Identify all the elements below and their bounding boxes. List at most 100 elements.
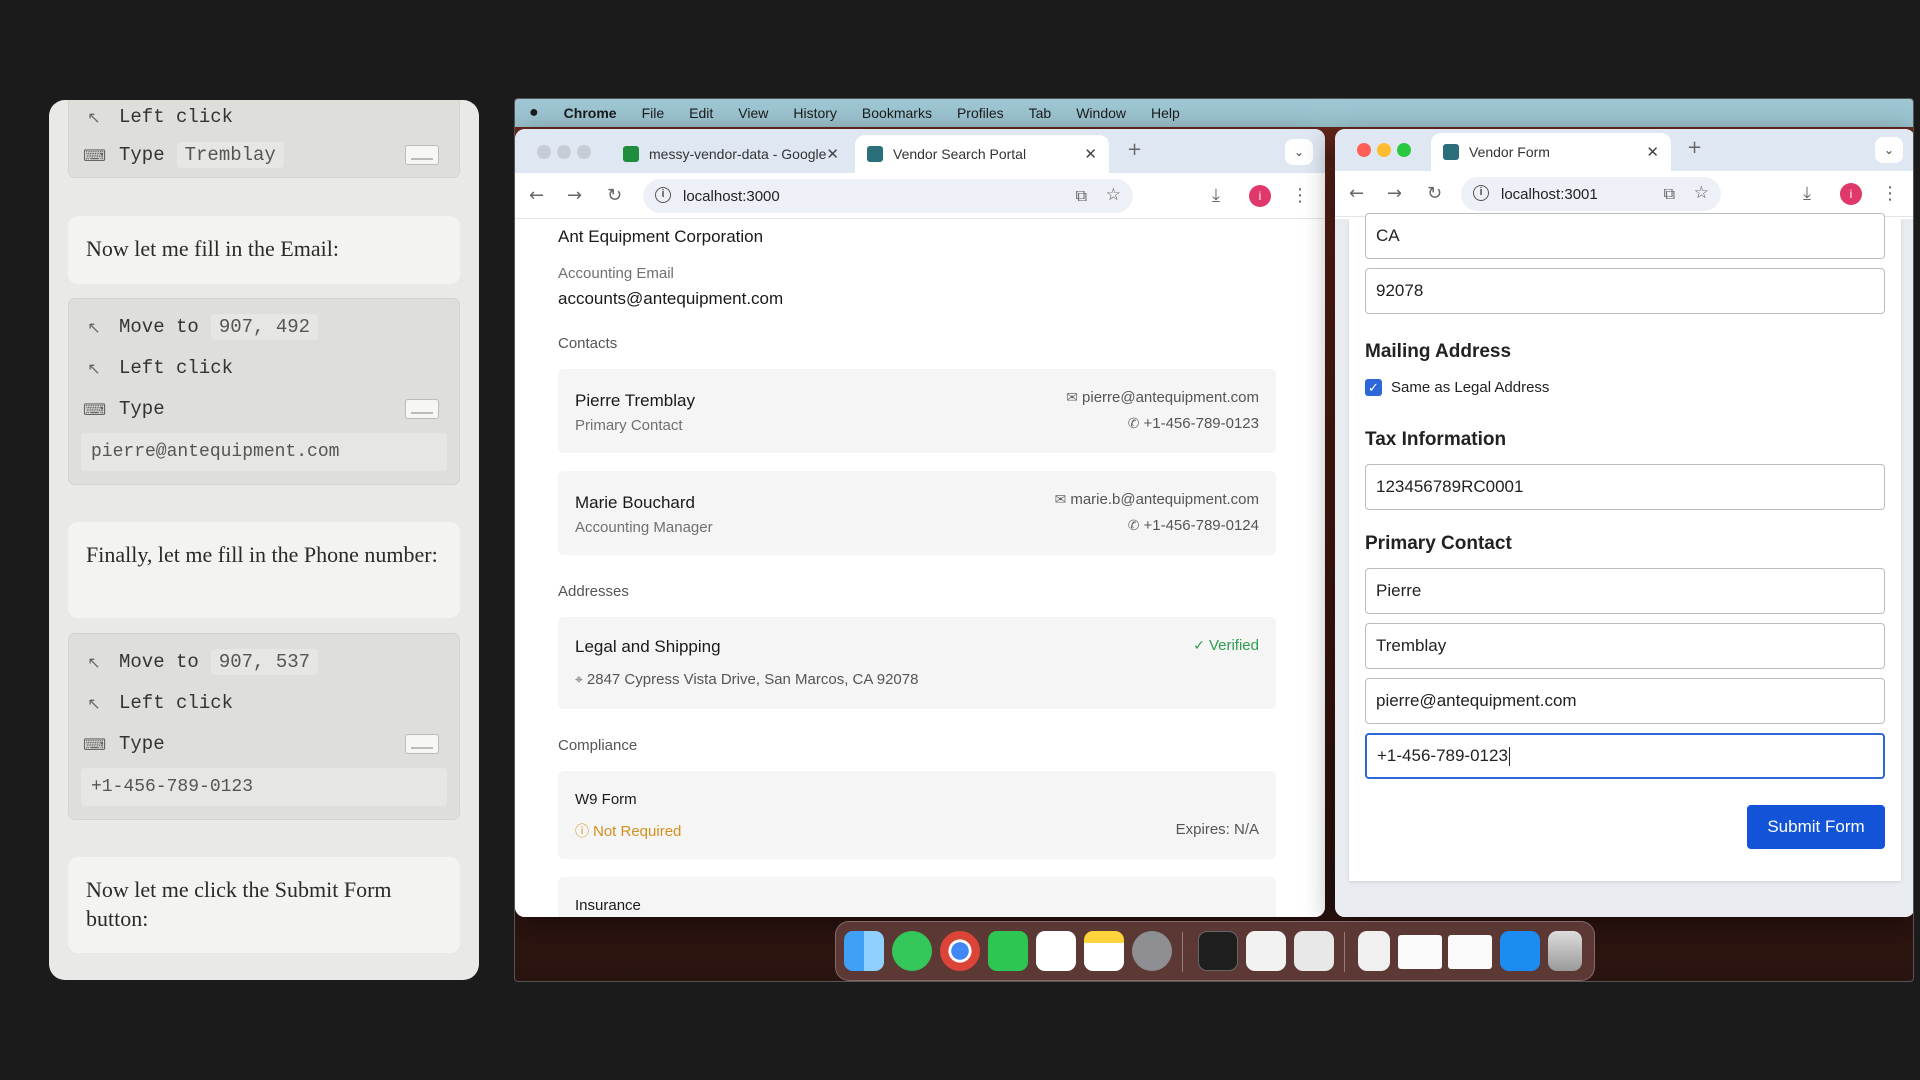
keyboard-preview-icon[interactable] [405, 145, 439, 165]
tab-label: Vendor Search Portal [893, 146, 1027, 162]
menu-profiles[interactable]: Profiles [957, 105, 1004, 121]
trash-icon[interactable] [1548, 931, 1582, 971]
site-info-icon[interactable]: i [1473, 185, 1489, 201]
more-menu-icon[interactable]: ⋮ [1291, 185, 1309, 206]
cursor-icon: ↖ [87, 317, 101, 337]
terminal-icon[interactable] [1198, 931, 1238, 971]
system-settings-icon[interactable] [1132, 931, 1172, 971]
tab-search-button[interactable]: ⌄ [1285, 139, 1313, 165]
new-tab-button[interactable]: + [1687, 137, 1702, 158]
profile-avatar[interactable]: i [1249, 185, 1271, 207]
menu-app-name[interactable]: Chrome [564, 105, 617, 121]
app-store-icon[interactable] [1500, 931, 1540, 971]
window-minimize-button[interactable] [1377, 143, 1391, 157]
phone-input[interactable]: +1-456-789-0123 [1365, 733, 1885, 779]
window-close-button[interactable] [1357, 143, 1371, 157]
download-icon[interactable]: ⤓ [1212, 185, 1220, 206]
warning-circle-icon: ⓘ [575, 824, 589, 840]
menu-file[interactable]: File [642, 105, 665, 121]
cast-icon[interactable]: ⧉ [1664, 184, 1675, 204]
state-input[interactable]: CA [1365, 213, 1885, 259]
mail-icon: ✉ [1054, 492, 1067, 508]
forward-icon[interactable]: → [567, 185, 582, 206]
menu-tab[interactable]: Tab [1029, 105, 1052, 121]
submit-form-button[interactable]: Submit Form [1747, 805, 1885, 849]
contact-email: ✉ marie.b@antequipment.com [1055, 491, 1259, 508]
browser-window-vendor-search: messy-vendor-data - Google ✕ Vendor Sear… [515, 129, 1325, 917]
cast-icon[interactable]: ⧉ [1076, 186, 1087, 206]
url-text: localhost:3001 [1501, 185, 1598, 203]
menu-edit[interactable]: Edit [689, 105, 713, 121]
window-minimize-button[interactable] [557, 145, 571, 159]
back-icon[interactable]: ← [529, 185, 544, 206]
tab-messy-vendor-data[interactable]: messy-vendor-data - Google ✕ [611, 135, 851, 173]
menu-bookmarks[interactable]: Bookmarks [862, 105, 932, 121]
tab-label: messy-vendor-data - Google [649, 146, 827, 162]
close-icon[interactable]: ✕ [1084, 145, 1097, 163]
tab-vendor-search-portal[interactable]: Vendor Search Portal ✕ [855, 135, 1109, 173]
menu-history[interactable]: History [793, 105, 837, 121]
menu-window[interactable]: Window [1076, 105, 1126, 121]
more-menu-icon[interactable]: ⋮ [1881, 183, 1899, 204]
insurance-title: Insurance [575, 897, 641, 914]
menu-view[interactable]: View [738, 105, 768, 121]
new-tab-button[interactable]: + [1127, 139, 1142, 160]
finder-icon[interactable] [844, 931, 884, 971]
tab-search-button[interactable]: ⌄ [1875, 137, 1903, 163]
download-icon[interactable]: ⤓ [1803, 183, 1811, 204]
keyboard-preview-icon[interactable] [405, 399, 439, 419]
url-input[interactable]: i localhost:3001 ⧉ ☆ [1461, 177, 1721, 211]
site-info-icon[interactable]: i [655, 187, 671, 203]
w9-title: W9 Form [575, 791, 637, 808]
back-icon[interactable]: ← [1349, 183, 1364, 204]
forward-icon[interactable]: → [1387, 183, 1402, 204]
document-icon[interactable] [1358, 931, 1390, 971]
menu-help[interactable]: Help [1151, 105, 1180, 121]
tax-id-input[interactable]: 123456789RC0001 [1365, 464, 1885, 510]
same-as-legal-checkbox[interactable]: ✓ [1365, 379, 1382, 396]
phone-icon: ✆ [1127, 518, 1140, 534]
url-input[interactable]: i localhost:3000 ⧉ ☆ [643, 179, 1133, 213]
keyboard-preview-icon[interactable] [405, 734, 439, 754]
close-icon[interactable]: ✕ [1646, 143, 1659, 161]
first-name-input[interactable]: Pierre [1365, 568, 1885, 614]
notes-icon[interactable] [1084, 931, 1124, 971]
email-input[interactable]: pierre@antequipment.com [1365, 678, 1885, 724]
last-name-input[interactable]: Tremblay [1365, 623, 1885, 669]
contact-name: Marie Bouchard [575, 493, 696, 512]
node-window-thumbnail-icon[interactable] [1398, 935, 1442, 969]
action-label: Move to [119, 316, 199, 338]
profile-avatar[interactable]: i [1840, 183, 1862, 205]
chrome-icon[interactable] [940, 931, 980, 971]
messages-icon[interactable] [892, 931, 932, 971]
window-close-button[interactable] [537, 145, 551, 159]
reload-icon[interactable]: ↻ [1427, 183, 1442, 204]
archive-icon[interactable] [1246, 931, 1286, 971]
script-editor-icon[interactable] [1294, 931, 1334, 971]
window-zoom-button[interactable] [577, 145, 591, 159]
w9-status-text: Not Required [593, 823, 682, 840]
contact-card: Pierre Tremblay Primary Contact ✉ pierre@… [558, 369, 1276, 453]
contact-email: ✉ pierre@antequipment.com [1066, 389, 1259, 406]
action-row: ↖ Left click [83, 352, 449, 384]
reminders-icon[interactable] [1036, 931, 1076, 971]
node-window-thumbnail-icon[interactable] [1448, 935, 1492, 969]
sheets-icon [623, 146, 639, 162]
assistant-message: Now let me fill in the Email: [68, 216, 460, 284]
bookmark-star-icon[interactable]: ☆ [1694, 183, 1709, 203]
bookmark-star-icon[interactable]: ☆ [1106, 185, 1121, 205]
contact-role: Accounting Manager [575, 519, 713, 536]
window-zoom-button[interactable] [1397, 143, 1411, 157]
company-name: Ant Equipment Corporation [558, 227, 764, 246]
facetime-icon[interactable] [988, 931, 1028, 971]
zip-input[interactable]: 92078 [1365, 268, 1885, 314]
address-bar: ← → ↻ i localhost:3000 ⧉ ☆ ⤓ i ⋮ [515, 173, 1325, 219]
reload-icon[interactable]: ↻ [607, 185, 622, 206]
address-bar: ← → ↻ i localhost:3001 ⧉ ☆ ⤓ i ⋮ [1335, 171, 1913, 217]
tab-vendor-form[interactable]: Vendor Form ✕ [1431, 133, 1671, 171]
keyboard-icon: ⌨ [83, 145, 107, 165]
contact-phone-text: +1-456-789-0124 [1143, 517, 1259, 534]
apple-icon[interactable]: ● [529, 104, 539, 122]
mac-menubar: ● Chrome File Edit View History Bookmark… [515, 99, 1913, 127]
close-icon[interactable]: ✕ [826, 145, 839, 163]
